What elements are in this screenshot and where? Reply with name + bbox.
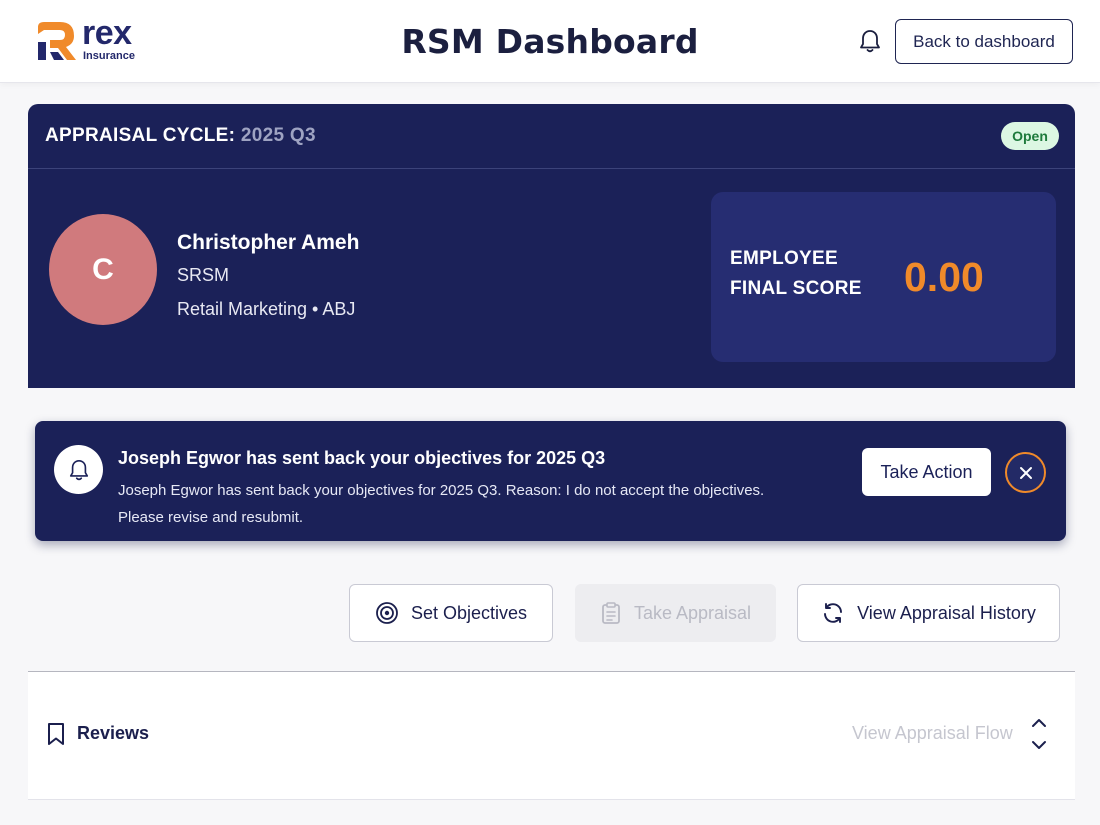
set-objectives-button[interactable]: Set Objectives	[349, 584, 553, 642]
take-action-button[interactable]: Take Action	[862, 448, 991, 496]
status-badge: Open	[1001, 122, 1059, 150]
set-objectives-label: Set Objectives	[410, 602, 528, 623]
alert-bell-icon	[54, 445, 103, 494]
reviews-label: Reviews	[77, 723, 150, 743]
view-appraisal-flow-link[interactable]: View Appraisal Flow	[852, 723, 1013, 744]
score-label-line2: FINAL SCORE	[730, 278, 862, 299]
clipboard-icon	[602, 602, 620, 624]
notification-banner: Joseph Egwor has sent back your objectiv…	[35, 421, 1066, 541]
alert-message: Joseph Egwor has sent back your objectiv…	[118, 477, 838, 531]
employee-name: Christopher Ameh	[177, 231, 360, 254]
bookmark-icon	[48, 723, 64, 745]
close-icon	[1019, 466, 1032, 479]
reviews-panel: Reviews View Appraisal Flow	[28, 672, 1075, 800]
final-score-value: 0.00	[904, 254, 984, 300]
refresh-icon	[824, 603, 843, 623]
appraisal-hero-card: APPRAISAL CYCLE: 2025 Q3 Open C Christop…	[28, 104, 1075, 388]
score-label-line1: EMPLOYEE	[730, 248, 838, 269]
alert-message-line2: Please revise and resubmit.	[118, 509, 304, 526]
target-icon	[376, 602, 398, 624]
view-appraisal-history-button[interactable]: View Appraisal History	[797, 584, 1060, 642]
cycle-label: APPRAISAL CYCLE:	[45, 125, 236, 146]
view-history-label: View Appraisal History	[857, 602, 1036, 623]
cycle-title: APPRAISAL CYCLE: 2025 Q3	[45, 125, 316, 147]
cycle-header: APPRAISAL CYCLE: 2025 Q3 Open	[28, 104, 1075, 169]
avatar: C	[49, 214, 157, 325]
take-appraisal-button[interactable]: Take Appraisal	[575, 584, 776, 642]
final-score-label: EMPLOYEE FINAL SCORE	[730, 244, 880, 304]
notification-bell-icon[interactable]	[858, 28, 882, 54]
take-appraisal-label: Take Appraisal	[633, 602, 752, 623]
back-to-dashboard-button[interactable]: Back to dashboard	[895, 19, 1073, 64]
cycle-value: 2025 Q3	[240, 125, 316, 146]
alert-title: Joseph Egwor has sent back your objectiv…	[118, 448, 606, 468]
final-score-card: EMPLOYEE FINAL SCORE 0.00	[711, 192, 1056, 362]
alert-message-line1: Joseph Egwor has sent back your objectiv…	[118, 482, 765, 499]
expand-collapse-chevron-icon[interactable]	[1031, 716, 1047, 752]
employee-role: SRSM	[177, 265, 230, 285]
dismiss-alert-button[interactable]	[1005, 452, 1046, 493]
top-bar: rex Insurance RSM Dashboard Back to dash…	[0, 0, 1100, 83]
employee-department: Retail Marketing • ABJ	[177, 299, 356, 319]
